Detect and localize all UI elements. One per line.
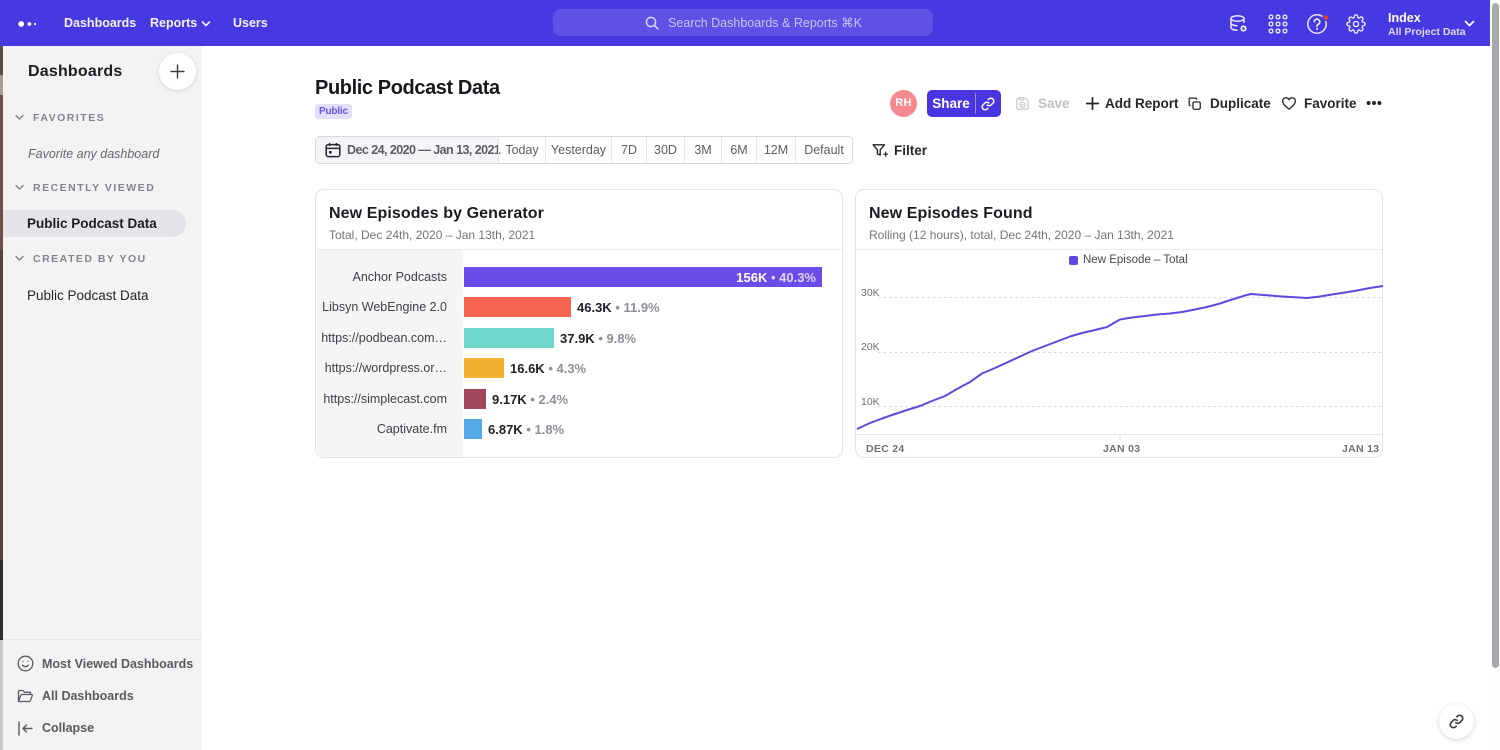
svg-text:10K: 10K <box>861 396 880 408</box>
svg-text:20K: 20K <box>861 341 880 353</box>
svg-text:30K: 30K <box>861 287 880 299</box>
